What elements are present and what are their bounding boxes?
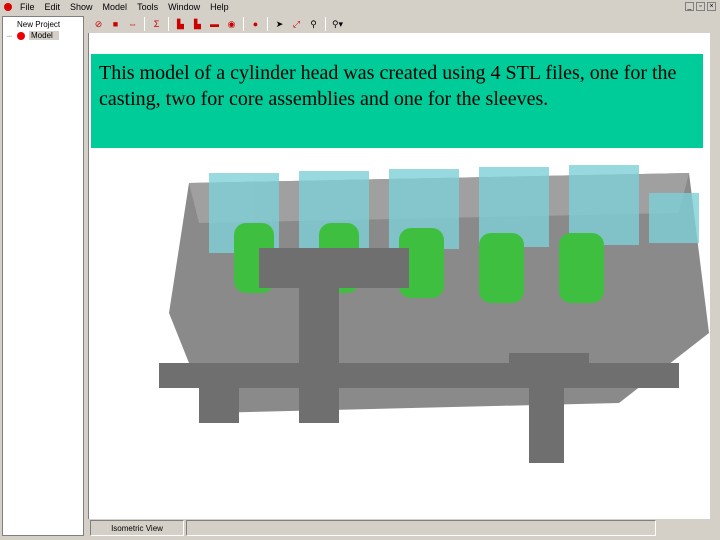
connect-icon[interactable]: ⤢ [291,19,302,30]
separator [243,17,244,31]
move-icon[interactable]: ⇔ [127,19,138,30]
stop-icon[interactable]: ■ [110,19,121,30]
bar-chart-icon[interactable]: ▙ [175,19,186,30]
project-tree: New Project ┄ Model [2,16,84,536]
menu-model[interactable]: Model [98,2,133,12]
menu-bar: File Edit Show Model Tools Window Help _… [0,0,720,14]
menu-help[interactable]: Help [205,2,234,12]
menu-window[interactable]: Window [163,2,205,12]
apple-icon[interactable]: ● [250,19,261,30]
bar-chart-2-icon[interactable]: ▙ [192,19,203,30]
model-icon [17,32,25,40]
tree-item-new-project[interactable]: New Project [17,20,60,29]
separator [144,17,145,31]
status-bar: Isometric View [88,519,720,538]
cylinder-head-model [159,165,709,463]
target-icon[interactable]: ◉ [226,19,237,30]
3d-viewport[interactable]: This model of a cylinder head was create… [88,33,710,519]
sigma-icon[interactable]: Σ [151,19,162,30]
separator [168,17,169,31]
caption-banner: This model of a cylinder head was create… [91,54,703,148]
toolbar: ⊘ ■ ⇔ Σ ▙ ▙ ▬ ◉ ● ➤ ⤢ ⚲ ⚲▾ [87,15,720,33]
pointer-icon[interactable]: ➤ [274,19,285,30]
menu-show[interactable]: Show [65,2,98,12]
zoom-icon[interactable]: ⚲ [308,19,319,30]
tree-connector: ┄ [7,32,12,41]
minimize-button[interactable]: _ [685,2,694,11]
no-entry-icon[interactable]: ⊘ [93,19,104,30]
menu-tools[interactable]: Tools [132,2,163,12]
menu-edit[interactable]: Edit [40,2,66,12]
display-icon[interactable]: ▬ [209,19,220,30]
zoom-dropdown-icon[interactable]: ⚲▾ [332,19,343,30]
status-view: Isometric View [90,520,184,536]
close-button[interactable]: × [707,2,716,11]
tree-item-model[interactable]: Model [29,31,59,40]
window-controls: _ ▫ × [685,2,716,11]
separator [267,17,268,31]
menu-file[interactable]: File [15,2,40,12]
status-pane [186,520,656,536]
app-icon[interactable] [4,3,12,11]
restore-button[interactable]: ▫ [696,2,705,11]
separator [325,17,326,31]
